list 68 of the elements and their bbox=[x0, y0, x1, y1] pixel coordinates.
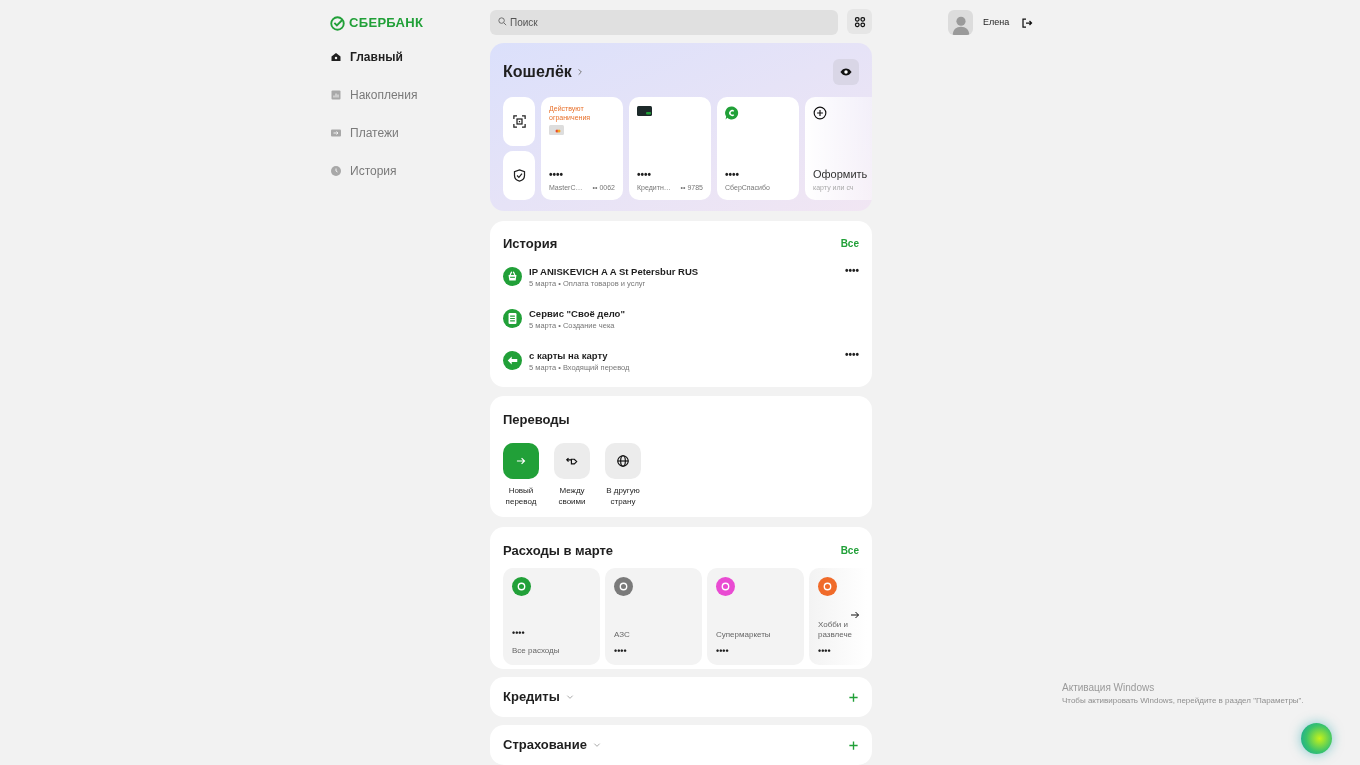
activation-text: Чтобы активировать Windows, перейдите в раздел "Параметры". bbox=[1062, 695, 1304, 707]
section-title: История bbox=[503, 234, 558, 253]
collapsible-panel[interactable]: Кредиты bbox=[490, 677, 872, 717]
search-icon bbox=[497, 16, 508, 28]
category-name: Хобби и развлече bbox=[818, 620, 853, 640]
apps-button[interactable] bbox=[847, 9, 872, 35]
more-button[interactable]: •••• bbox=[845, 349, 859, 361]
chevron-icon bbox=[592, 741, 601, 749]
transfer-label: В другую страну bbox=[605, 484, 641, 507]
masked-amount: •••• bbox=[614, 646, 628, 657]
expense-card[interactable]: Супермаркеты •••• bbox=[707, 568, 804, 665]
masked-amount: •••• bbox=[549, 168, 564, 181]
more-button[interactable]: •••• bbox=[845, 265, 859, 277]
clock-icon bbox=[330, 165, 342, 177]
chevron-icon bbox=[575, 68, 584, 77]
expense-card[interactable]: •••• Все расходы bbox=[503, 568, 600, 665]
masked-amount: •••• bbox=[512, 628, 526, 639]
collapsible-panel[interactable]: Страхование bbox=[490, 725, 872, 765]
transaction-title: IP ANISKEVICH A A St Petersbur RUS bbox=[529, 265, 700, 278]
plus-icon bbox=[848, 739, 859, 751]
logo-icon bbox=[330, 15, 345, 31]
search-field[interactable]: Поиск bbox=[490, 10, 838, 36]
transfer-label: Между своими bbox=[557, 484, 587, 507]
sidebar-item[interactable]: Накопления bbox=[330, 85, 490, 105]
avatar bbox=[948, 10, 973, 35]
user-name: Елена bbox=[983, 16, 1010, 29]
masked-amount: •••• bbox=[725, 168, 740, 181]
transaction-title: Сервис "Своё дело" bbox=[529, 307, 626, 320]
security-button[interactable] bbox=[503, 151, 535, 201]
card-icon bbox=[637, 106, 652, 117]
visibility-button[interactable] bbox=[833, 59, 859, 86]
home-icon bbox=[330, 51, 342, 63]
chart-icon bbox=[330, 89, 342, 101]
scan-button[interactable] bbox=[503, 97, 535, 147]
transaction-title: с карты на карту bbox=[529, 349, 609, 362]
activation-title: Активация Windows bbox=[1062, 681, 1156, 695]
masked-amount: •••• bbox=[818, 646, 832, 657]
receipt-icon bbox=[503, 309, 522, 328]
arrow-icon bbox=[849, 609, 861, 621]
grid-icon bbox=[853, 15, 866, 28]
transfer-button[interactable] bbox=[605, 442, 641, 479]
globe-icon bbox=[616, 453, 630, 468]
section-title: Переводы bbox=[503, 411, 570, 429]
category-name: АЗС bbox=[614, 630, 631, 640]
category-name: Все расходы bbox=[512, 645, 561, 657]
logout-icon bbox=[1021, 16, 1034, 29]
chevron-icon bbox=[565, 693, 574, 701]
sidebar-item[interactable]: Главный bbox=[330, 47, 490, 67]
transfer-label: Новый перевод bbox=[504, 484, 538, 507]
shield-icon bbox=[511, 168, 527, 184]
wallet-title-link[interactable]: Кошелёк bbox=[503, 60, 584, 85]
section-title: Расходы в марте bbox=[503, 541, 614, 560]
plus-circle-icon bbox=[813, 106, 827, 121]
sidebar-item[interactable]: Платежи bbox=[330, 123, 490, 143]
basket-icon bbox=[503, 267, 522, 286]
section-title: Страхование bbox=[503, 736, 587, 755]
expense-card[interactable]: АЗС •••• bbox=[605, 568, 702, 665]
sidebar-item[interactable]: История bbox=[330, 161, 490, 181]
section-title: Кредиты bbox=[503, 688, 560, 707]
logo-text: СБЕРБАНК bbox=[349, 14, 424, 33]
category-name: Супермаркеты bbox=[716, 630, 772, 640]
plus-icon bbox=[848, 691, 859, 703]
masked-amount: •••• bbox=[716, 646, 730, 657]
card-title: Оформить bbox=[813, 167, 867, 181]
masked-amount: •••• bbox=[637, 168, 652, 181]
scan-icon bbox=[511, 114, 527, 130]
bonus-icon bbox=[725, 106, 739, 121]
card-icon bbox=[549, 125, 564, 136]
